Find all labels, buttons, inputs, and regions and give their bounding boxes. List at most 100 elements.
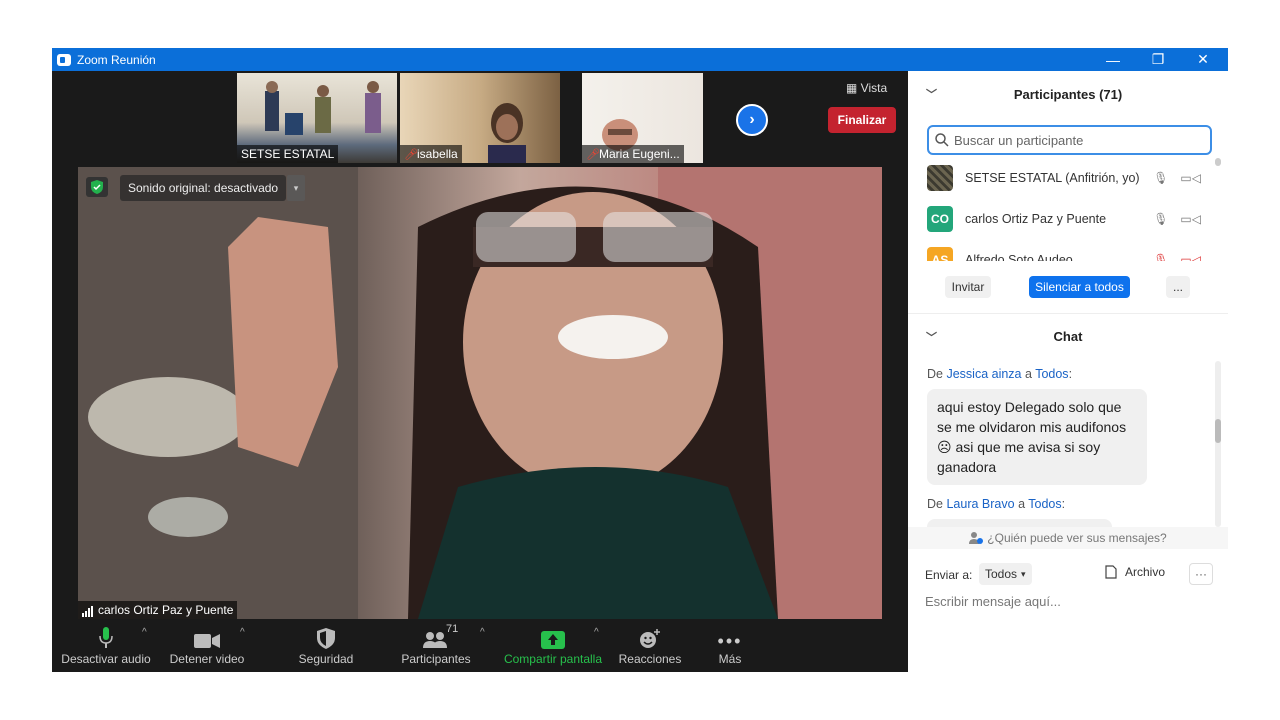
participants-count-badge: 71 — [446, 623, 459, 635]
file-button[interactable]: Archivo — [1105, 565, 1165, 579]
participant-name: carlos Ortiz Paz y Puente — [965, 212, 1107, 226]
mute-audio-button[interactable]: Desactivar audio — [60, 619, 152, 672]
invite-button[interactable]: Invitar — [945, 276, 991, 298]
participants-header: ﹀ Participantes (71) — [908, 71, 1228, 117]
participants-icon: 71 — [392, 619, 480, 649]
video-options-caret-icon[interactable]: ^ — [240, 627, 245, 638]
active-speaker-video[interactable]: Sonido original: desactivado ▾ carlos Or… — [78, 167, 882, 619]
chat-message-input[interactable]: Escribir mensaje aquí... — [925, 594, 1061, 609]
speaker-name-tag: carlos Ortiz Paz y Puente — [78, 601, 238, 619]
thumbnail-video[interactable]: SETSE ESTATAL — [237, 73, 397, 163]
microphone-icon: 🎙︎ — [1153, 171, 1169, 185]
chevron-down-icon: ▾ — [1021, 568, 1026, 579]
chat-title: Chat — [1053, 329, 1083, 344]
next-page-arrow-icon[interactable]: › — [736, 104, 768, 136]
stop-video-button[interactable]: Detener video — [164, 619, 250, 672]
chat-scrollbar[interactable] — [1215, 419, 1221, 443]
share-screen-icon — [502, 619, 604, 649]
thumbnail-video[interactable]: 🎤︎isabella — [400, 73, 560, 163]
side-panel: ﹀ Participantes (71) Buscar un participa… — [908, 71, 1228, 672]
collapse-chevron-icon[interactable]: ﹀ — [926, 329, 937, 345]
mic-muted-icon: 🎤︎ — [586, 149, 600, 161]
participants-title: Participantes (71) — [1013, 86, 1123, 102]
participant-row[interactable]: SETSE ESTATAL (Anfitrión, yo) 🎙︎ ▭◁ — [927, 163, 1217, 193]
participants-options-caret-icon[interactable]: ^ — [480, 627, 485, 638]
security-button[interactable]: Seguridad — [290, 619, 362, 672]
from-prefix: De — [927, 497, 943, 511]
stop-video-label: Detener video — [169, 652, 245, 666]
who-can-see-messages[interactable]: ¿Quién puede ver sus mensajes? — [908, 527, 1228, 549]
thumbnail-name: 🎤︎Maria Eugeni... — [582, 145, 684, 163]
reactions-button[interactable]: Reacciones — [618, 619, 682, 672]
message-sender-line: De Jessica ainza a Todos: — [927, 367, 1072, 381]
minimize-button[interactable]: — — [1090, 48, 1136, 71]
colon: : — [1061, 497, 1066, 511]
video-off-icon: ▭◁ — [1180, 253, 1201, 261]
participant-row[interactable]: AS Alfredo Soto Audeo 🎙︎ ▭◁ — [927, 245, 1217, 261]
share-options-caret-icon[interactable]: ^ — [594, 627, 599, 638]
audio-options-caret-icon[interactable]: ^ — [142, 627, 147, 638]
participant-status-icons: 🎙︎ ▭◁ — [1153, 253, 1201, 261]
participant-row[interactable]: CO carlos Ortiz Paz y Puente 🎙︎ ▭◁ — [927, 204, 1217, 234]
chevron-down-icon[interactable]: ▾ — [287, 175, 305, 201]
smiley-plus-icon — [618, 619, 682, 649]
participants-button[interactable]: 71 Participantes — [392, 619, 480, 672]
send-to-row: Enviar a: Todos ▾ Archivo ··· — [925, 563, 1215, 587]
participants-more-button[interactable]: ... — [1166, 276, 1190, 298]
more-button[interactable]: ••• Más — [702, 619, 758, 672]
close-button[interactable]: ✕ — [1180, 48, 1226, 71]
chat-scroll-track — [1215, 361, 1221, 527]
participant-status-icons: 🎙︎ ▭◁ — [1153, 212, 1201, 226]
participant-list: SETSE ESTATAL (Anfitrión, yo) 🎙︎ ▭◁ CO ca… — [908, 163, 1228, 261]
user-lock-icon — [969, 532, 984, 544]
mute-all-button[interactable]: Silenciar a todos — [1029, 276, 1130, 298]
chat-more-button[interactable]: ··· — [1189, 563, 1213, 585]
microphone-icon: 🎙︎ — [1153, 212, 1169, 226]
view-button[interactable]: ▦ Vista — [846, 81, 887, 95]
reactions-label: Reacciones — [618, 652, 682, 666]
thumbnail-video[interactable]: 🎤︎Maria Eugeni... — [582, 73, 703, 163]
speaker-name: carlos Ortiz Paz y Puente — [98, 603, 234, 617]
who-can-see-label: ¿Quién puede ver sus mensajes? — [987, 531, 1167, 545]
end-meeting-button[interactable]: Finalizar — [828, 107, 896, 133]
encryption-shield-icon — [86, 177, 108, 197]
to-word: a — [1025, 367, 1032, 381]
sender-name[interactable]: Laura Bravo — [946, 497, 1014, 511]
collapse-chevron-icon[interactable]: ﹀ — [926, 86, 937, 102]
zoom-logo-icon — [57, 53, 71, 66]
search-placeholder: Buscar un participante — [954, 132, 1084, 148]
to-word: a — [1018, 497, 1026, 511]
video-camera-icon: ▭◁ — [1180, 212, 1201, 226]
participant-status-icons: 🎙︎ ▭◁ — [1153, 171, 1201, 185]
security-label: Seguridad — [298, 652, 354, 666]
send-to-dropdown[interactable]: Todos ▾ — [979, 563, 1032, 585]
sender-name[interactable]: Jessica ainza — [946, 367, 1021, 381]
thumbnail-name: SETSE ESTATAL — [237, 145, 339, 163]
more-dots-icon: ••• — [717, 631, 743, 651]
thumbnail-name-text: Maria Eugeni... — [599, 147, 680, 161]
microphone-muted-icon: 🎙︎ — [1153, 253, 1169, 261]
original-sound-status[interactable]: Sonido original: desactivado — [120, 175, 287, 201]
video-stage: SETSE ESTATAL 🎤︎isabella 🎤︎Maria Eugeni.… — [52, 71, 908, 672]
file-label: Archivo — [1125, 565, 1166, 579]
file-icon — [1105, 565, 1117, 579]
mic-muted-icon: 🎤︎ — [404, 149, 418, 161]
participant-name: SETSE ESTATAL (Anfitrión, yo) — [965, 171, 1140, 185]
recipient-name: Todos — [1035, 367, 1069, 381]
more-label: Más — [718, 652, 742, 666]
window-title: Zoom Reunión — [77, 52, 156, 67]
participant-search-input[interactable]: Buscar un participante — [927, 125, 1212, 155]
avatar — [927, 165, 953, 191]
share-screen-button[interactable]: Compartir pantalla — [502, 619, 604, 672]
thumbnail-name: 🎤︎isabella — [400, 145, 462, 163]
shield-icon — [290, 619, 362, 649]
share-screen-label: Compartir pantalla — [503, 652, 603, 666]
signal-strength-icon — [82, 606, 93, 617]
grid-icon: ▦ — [846, 81, 861, 95]
from-prefix: De — [927, 367, 943, 381]
restore-button[interactable]: ❐ — [1135, 48, 1181, 71]
zoom-window: Zoom Reunión — ❐ ✕ SETSE ESTATAL 🎤︎isabe… — [52, 48, 1228, 672]
meeting-toolbar: Desactivar audio ^ Detener video ^ Segur… — [52, 619, 908, 672]
chat-message: aqui estoy Delegado solo que se me olvid… — [927, 389, 1147, 485]
chat-message-partial — [927, 519, 1112, 527]
